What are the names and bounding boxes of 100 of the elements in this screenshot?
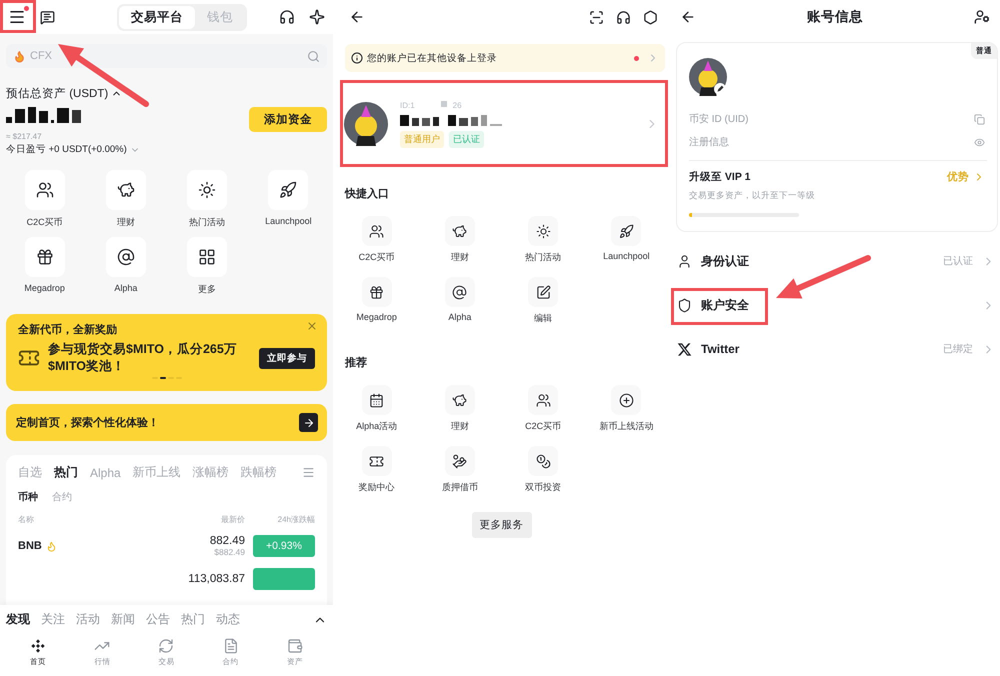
highlight-frame: [0, 0, 36, 33]
market-tab[interactable]: 自选: [18, 464, 42, 481]
shortcut-button[interactable]: [528, 385, 558, 415]
platform-tab[interactable]: 钱包: [195, 6, 245, 28]
customize-bar[interactable]: 定制首页，探索个性化体验！: [6, 404, 327, 441]
shortcut-button[interactable]: [444, 446, 475, 476]
login-notice[interactable]: 您的账户已在其他设备上登录: [345, 44, 665, 72]
sparkle-button[interactable]: [309, 9, 325, 25]
feed-tab[interactable]: 发现: [6, 611, 30, 628]
banner-title: 全新代币，全新奖励: [18, 322, 117, 337]
back-arrow-icon[interactable]: [349, 9, 365, 25]
shortcut-button[interactable]: [362, 277, 392, 307]
market-tab[interactable]: 热门: [54, 464, 78, 481]
shortcut-button[interactable]: [611, 385, 642, 415]
search-icon: [307, 50, 320, 62]
menu-icon[interactable]: [302, 466, 315, 479]
market-tab[interactable]: 新币上线: [132, 464, 181, 481]
column-header: 最新价: [220, 514, 245, 525]
shortcut-button[interactable]: [444, 216, 475, 246]
feed-tab[interactable]: 热门: [181, 611, 205, 628]
feed-tab[interactable]: 公告: [146, 611, 170, 628]
sun-icon: [536, 224, 551, 238]
shortcut-button[interactable]: [187, 237, 228, 277]
shortcut-button[interactable]: [528, 216, 558, 246]
messages-button[interactable]: [40, 10, 55, 24]
approx-value: ≈ $217.47: [6, 132, 43, 141]
feed-tab[interactable]: 关注: [41, 611, 65, 628]
shortcut-label: 热门活动: [525, 251, 562, 264]
feed-tab[interactable]: 活动: [76, 611, 100, 628]
section-title: 快捷入口: [344, 186, 390, 201]
vip-title: 升级至 VIP 1: [689, 170, 750, 184]
arrow-right-icon: [302, 416, 314, 428]
piggy-bank-icon: [116, 181, 135, 199]
shortcut-label: 奖励中心: [358, 481, 395, 494]
scan-icon[interactable]: [589, 10, 604, 24]
hexagon-settings-icon[interactable]: [643, 10, 658, 24]
piggy-bank-icon: [452, 224, 468, 238]
arrow-button[interactable]: [299, 413, 318, 432]
avatar: [344, 102, 388, 146]
shortcut-label: C2C买币: [358, 251, 395, 264]
shortcut-button[interactable]: [362, 216, 392, 246]
shortcut-label: C2C买币: [525, 420, 562, 433]
user-tag: 已认证: [449, 130, 484, 148]
users-icon: [369, 224, 384, 238]
shortcut-label: 质押借币: [442, 481, 478, 494]
shortcut-button[interactable]: [268, 170, 308, 210]
hand-coins-icon: [452, 454, 468, 468]
shortcut-button[interactable]: [106, 170, 146, 210]
shortcut-button[interactable]: [444, 277, 475, 307]
shortcut-button[interactable]: [106, 237, 146, 277]
refresh-icon: [158, 638, 174, 654]
benefits-link[interactable]: 优势: [947, 170, 985, 184]
join-button[interactable]: 立即参与: [259, 348, 315, 368]
shortcut-label: Alpha: [114, 283, 138, 293]
close-icon[interactable]: [306, 320, 318, 332]
shortcut-button[interactable]: [24, 170, 65, 210]
market-tab[interactable]: 涨幅榜: [192, 464, 229, 481]
settings-row[interactable]: Twitter 已绑定: [670, 327, 1000, 371]
feed-tab[interactable]: 新闻: [111, 611, 135, 628]
shortcut-button[interactable]: [611, 216, 642, 246]
user-tag: 普通用户: [400, 130, 444, 148]
fiat-price: $882.49: [214, 547, 245, 557]
shortcut-button[interactable]: [444, 385, 475, 415]
shortcut-button[interactable]: [528, 277, 558, 307]
support-button[interactable]: [279, 9, 295, 25]
redacted-id: [440, 100, 447, 106]
shortcut-button[interactable]: [362, 446, 392, 476]
shortcut-button[interactable]: [24, 237, 65, 277]
market-subtab[interactable]: 币种: [18, 490, 38, 504]
user-settings-icon[interactable]: [974, 9, 990, 25]
menu-button[interactable]: [8, 8, 26, 26]
shortcut-label: 双币投资: [525, 481, 562, 494]
platform-tab[interactable]: 交易平台: [119, 6, 195, 28]
market-tab[interactable]: 跌幅榜: [240, 464, 277, 481]
shortcut-button[interactable]: [528, 446, 558, 476]
ticket-icon: [369, 454, 384, 468]
wallet-icon: [286, 638, 303, 654]
shortcut-button[interactable]: [187, 170, 228, 210]
shortcut-label: Megadrop: [24, 283, 65, 293]
piggy-bank-icon: [452, 392, 468, 408]
shortcut-label: Launchpool: [265, 216, 312, 226]
price: 882.49: [210, 535, 245, 547]
support-icon[interactable]: [616, 10, 631, 24]
feed-tab[interactable]: 动态: [216, 611, 240, 628]
users-icon: [536, 392, 551, 408]
shortcut-button[interactable]: [362, 385, 392, 415]
assets-label: 预估总资产 (USDT): [6, 86, 108, 101]
copy-icon: [974, 114, 985, 124]
section-title: 推荐: [344, 356, 368, 370]
more-services-button[interactable]: 更多服务: [472, 512, 532, 538]
change-badge: [253, 568, 315, 590]
settings-row[interactable]: 身份认证 已认证: [670, 239, 1000, 283]
add-funds-button[interactable]: 添加资金: [249, 107, 327, 132]
profile-card[interactable]: ID:1 26 普通用户 已认证: [340, 82, 665, 166]
shortcut-label: 热门活动: [189, 216, 226, 229]
settings-row[interactable]: 账户安全: [670, 283, 1000, 327]
user-id-end: 26: [452, 100, 462, 110]
shortcut-label: Megadrop: [356, 312, 397, 322]
market-subtab[interactable]: 合约: [52, 490, 72, 504]
market-tab[interactable]: Alpha: [90, 466, 121, 480]
